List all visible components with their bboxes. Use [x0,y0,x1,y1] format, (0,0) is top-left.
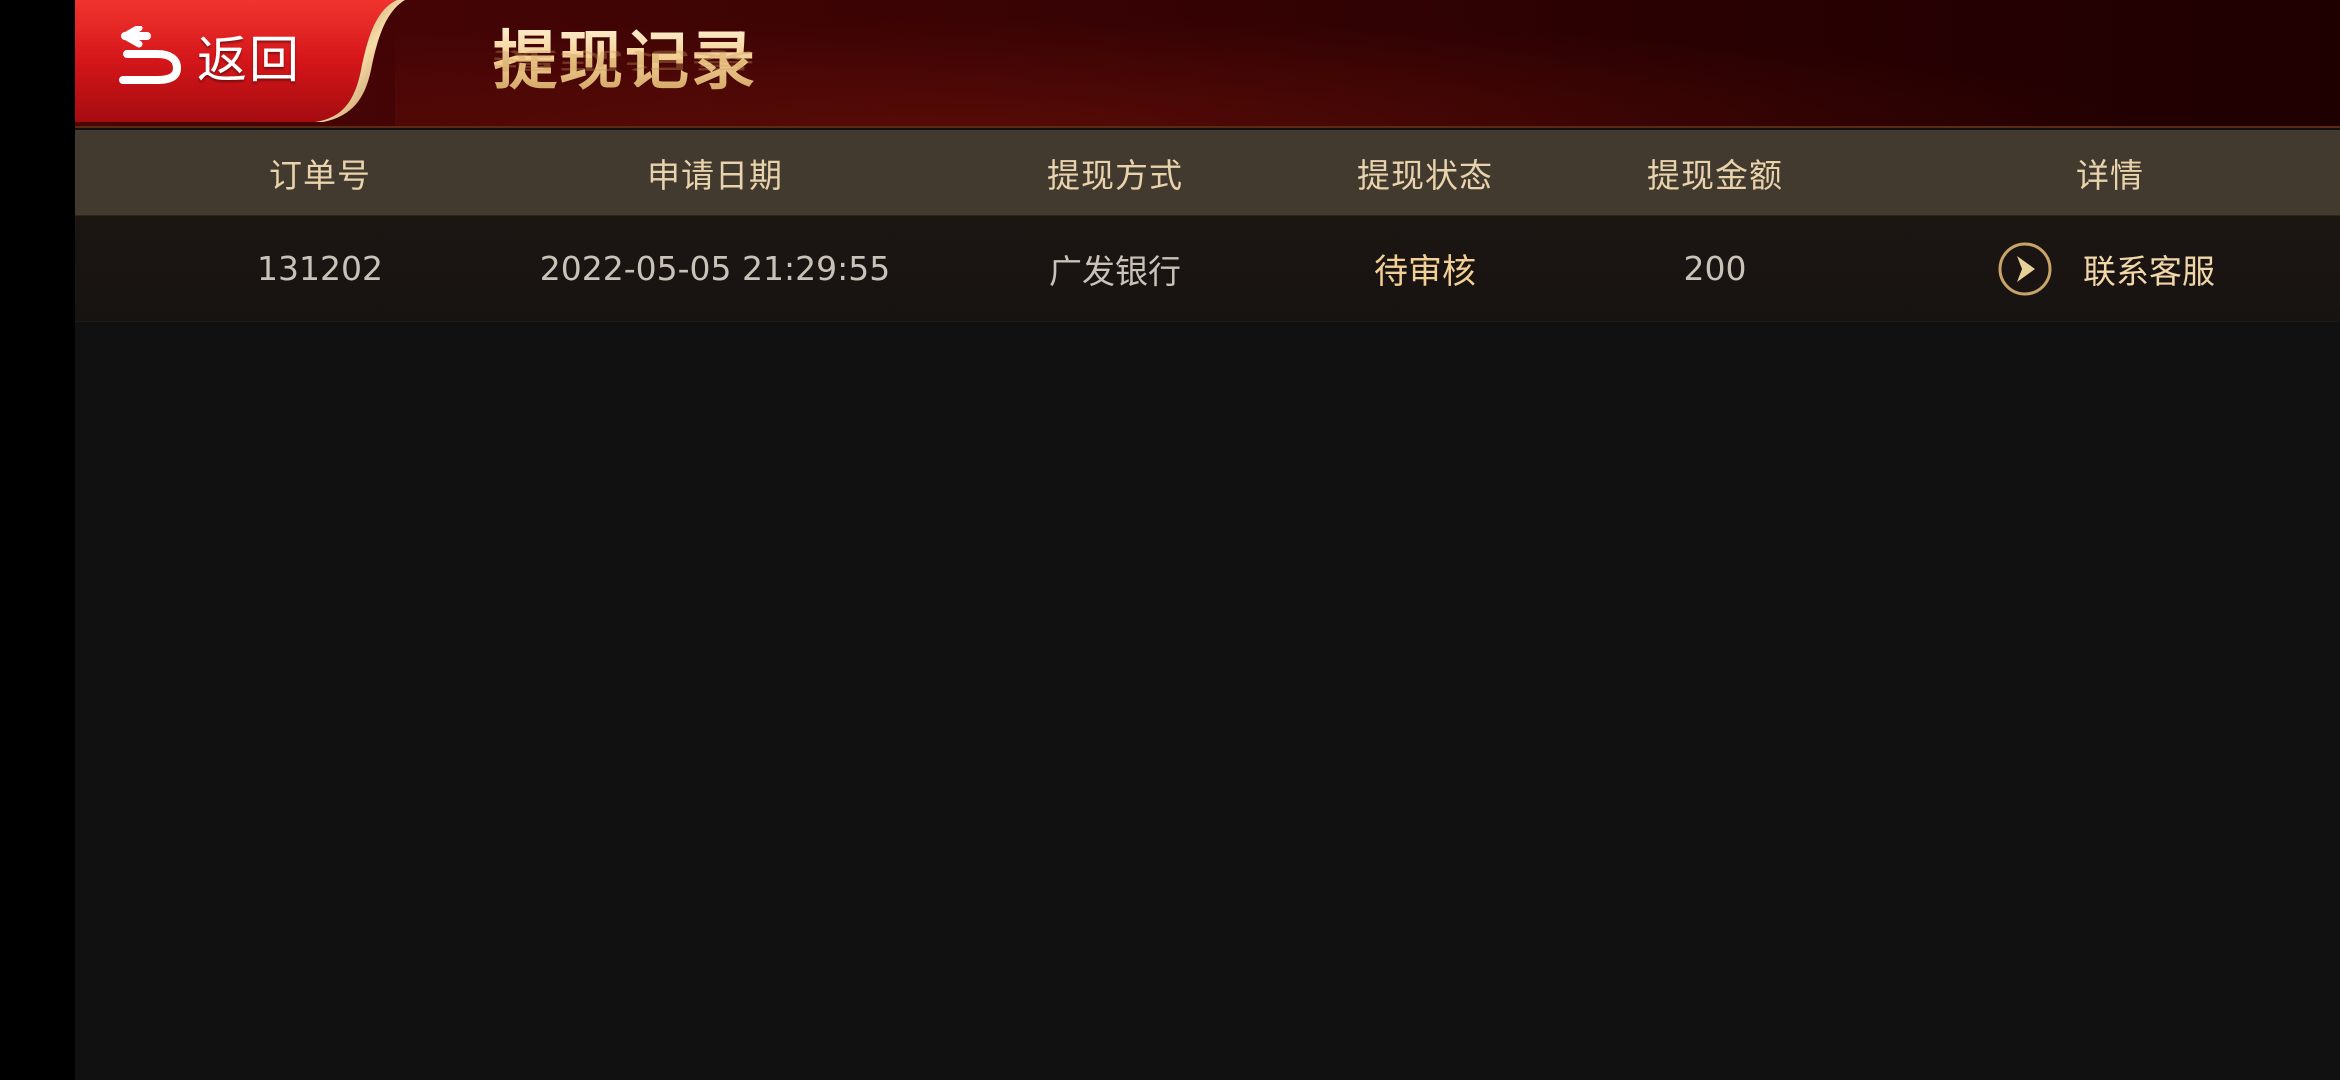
cell-method: 广发银行 [1049,251,1181,291]
withdrawal-records-screen: 返回 提现记录 提现记录 订单号 申请日期 提现方式 提现状态 提现金额 详情 … [75,0,2340,1080]
top-bar: 返回 提现记录 提现记录 [75,0,2340,128]
column-header-detail: 详情 [2076,155,2144,195]
cell-order-no: 131202 [257,249,383,288]
circle-chevron-right-icon[interactable] [1997,241,2053,297]
cell-status: 待审核 [1374,252,1476,292]
column-header-date: 申请日期 [647,155,783,195]
column-header-amount: 提现金额 [1647,155,1783,195]
cell-amount: 200 [1683,249,1747,288]
back-label: 返回 [197,31,301,89]
table-row: 131202 2022-05-05 21:29:55 广发银行 待审核 200 … [75,216,2340,322]
contact-support-link[interactable]: 联系客服 [2083,216,2215,321]
cell-detail: 联系客服 [1915,216,2305,321]
column-header-order-no: 订单号 [269,155,371,195]
return-arrow-icon [119,26,182,84]
table-header: 订单号 申请日期 提现方式 提现状态 提现金额 详情 [75,130,2340,216]
page-title: 提现记录 [493,22,757,102]
back-button[interactable]: 返回 [75,0,405,124]
column-header-status: 提现状态 [1357,155,1493,195]
cell-date: 2022-05-05 21:29:55 [539,249,891,288]
column-header-method: 提现方式 [1047,155,1183,195]
